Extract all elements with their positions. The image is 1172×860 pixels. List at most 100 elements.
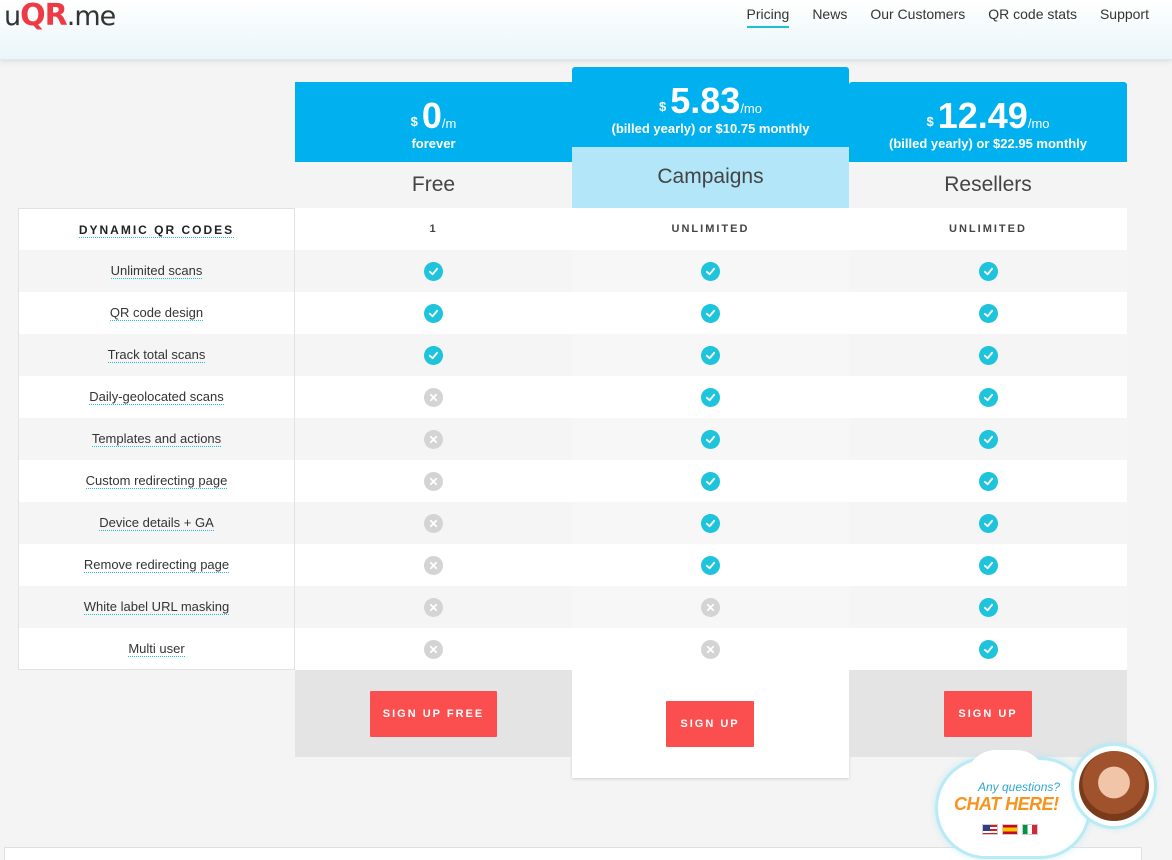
nav-our-customers[interactable]: Our Customers bbox=[870, 6, 965, 28]
check-icon bbox=[978, 387, 998, 407]
feature-name[interactable]: White label URL masking bbox=[83, 599, 230, 615]
check-icon bbox=[701, 261, 720, 281]
us-flag-icon[interactable] bbox=[982, 824, 998, 835]
feature-cell-free bbox=[295, 250, 572, 292]
feature-cell-free bbox=[295, 460, 572, 502]
price-box-resellers: $12.49/mo (billed yearly) or $22.95 mont… bbox=[849, 82, 1127, 162]
chat-question: Any questions? bbox=[978, 780, 1061, 794]
qr-count-resellers: UNLIMITED bbox=[949, 223, 1027, 235]
price-free: $0/m bbox=[295, 98, 572, 134]
price-resellers: $12.49/mo bbox=[849, 98, 1127, 134]
table-row: White label URL masking bbox=[18, 586, 1127, 628]
chat-here-label[interactable]: CHAT HERE! bbox=[954, 794, 1059, 815]
check-icon bbox=[978, 639, 998, 659]
feature-cell-free bbox=[295, 292, 572, 334]
feature-name[interactable]: QR code design bbox=[109, 305, 204, 321]
feature-name[interactable]: Remove redirecting page bbox=[83, 557, 230, 573]
price-sub: forever bbox=[411, 136, 456, 151]
x-icon bbox=[424, 555, 443, 575]
table-row: Track total scans bbox=[18, 334, 1127, 376]
x-icon bbox=[424, 471, 443, 491]
nav-news[interactable]: News bbox=[812, 6, 847, 28]
es-flag-icon[interactable] bbox=[1002, 824, 1018, 835]
table-row: QR code design bbox=[18, 292, 1127, 334]
check-icon bbox=[978, 261, 998, 281]
qr-count-free: 1 bbox=[429, 223, 438, 235]
x-icon bbox=[701, 639, 720, 659]
price-campaigns: $5.83/mo bbox=[572, 83, 849, 119]
price-amount: 5.83 bbox=[670, 80, 741, 121]
price-sub: (billed yearly) or $10.75 monthly bbox=[611, 121, 810, 136]
feature-cell-resellers bbox=[849, 460, 1127, 502]
x-icon bbox=[424, 513, 443, 533]
table-cell: UNLIMITED bbox=[849, 208, 1127, 250]
price-period: /m bbox=[441, 116, 457, 131]
logo-u: u bbox=[4, 1, 21, 32]
dynamic-qr-codes-label[interactable]: DYNAMIC QR CODES bbox=[78, 223, 235, 238]
feature-label: Daily-geolocated scans bbox=[18, 376, 295, 418]
feature-name[interactable]: Templates and actions bbox=[91, 431, 222, 447]
feature-label: White label URL masking bbox=[18, 586, 295, 628]
feature-name[interactable]: Unlimited scans bbox=[110, 263, 203, 279]
feature-label: DYNAMIC QR CODES bbox=[18, 208, 295, 250]
table-row: Unlimited scans bbox=[18, 250, 1127, 292]
logo[interactable]: uQR.me bbox=[4, 0, 116, 33]
feature-label: Templates and actions bbox=[18, 418, 295, 460]
feature-name[interactable]: Track total scans bbox=[107, 347, 206, 363]
x-icon bbox=[701, 597, 720, 617]
feature-cell-campaigns bbox=[572, 628, 849, 670]
feature-name[interactable]: Device details + GA bbox=[99, 515, 214, 531]
feature-cell-free bbox=[295, 628, 572, 670]
currency: $ bbox=[926, 114, 934, 129]
table-header-row: DYNAMIC QR CODES 1 UNLIMITED UNLIMITED bbox=[18, 208, 1127, 250]
check-icon bbox=[701, 513, 720, 533]
table-cell: UNLIMITED bbox=[572, 208, 849, 250]
price-amount: 0 bbox=[421, 95, 442, 136]
check-icon bbox=[978, 555, 998, 575]
check-icon bbox=[701, 303, 720, 323]
check-icon bbox=[424, 345, 443, 365]
table-row: Templates and actions bbox=[18, 418, 1127, 460]
price-sub: (billed yearly) or $22.95 monthly bbox=[889, 136, 1087, 151]
feature-cell-resellers bbox=[849, 418, 1127, 460]
sign-up-resellers-button[interactable]: SIGN UP bbox=[944, 691, 1032, 737]
feature-cell-free bbox=[295, 376, 572, 418]
feature-name[interactable]: Custom redirecting page bbox=[85, 473, 228, 489]
site-header: uQR.me Pricing News Our Customers QR cod… bbox=[0, 0, 1172, 60]
nav-support[interactable]: Support bbox=[1100, 6, 1149, 28]
feature-table: DYNAMIC QR CODES 1 UNLIMITED UNLIMITED U… bbox=[18, 208, 1127, 670]
feature-cell-resellers bbox=[849, 250, 1127, 292]
check-icon bbox=[701, 555, 720, 575]
nav-qr-code-stats[interactable]: QR code stats bbox=[988, 6, 1077, 28]
feature-name[interactable]: Multi user bbox=[128, 641, 185, 657]
feature-cell-campaigns bbox=[572, 292, 849, 334]
table-row: Custom redirecting page bbox=[18, 460, 1127, 502]
sign-up-campaigns-button[interactable]: SIGN UP bbox=[666, 701, 754, 747]
price-period: /mo bbox=[1027, 116, 1050, 131]
feature-label: Custom redirecting page bbox=[18, 460, 295, 502]
check-icon bbox=[978, 513, 998, 533]
feature-cell-free bbox=[295, 586, 572, 628]
logo-qr: QR bbox=[20, 0, 68, 33]
feature-cell-resellers bbox=[849, 334, 1127, 376]
it-flag-icon[interactable] bbox=[1022, 824, 1038, 835]
feature-cell-campaigns bbox=[572, 250, 849, 292]
feature-label: QR code design bbox=[18, 292, 295, 334]
feature-cell-free bbox=[295, 334, 572, 376]
x-icon bbox=[424, 387, 443, 407]
check-icon bbox=[701, 345, 720, 365]
table-row: Remove redirecting page bbox=[18, 544, 1127, 586]
feature-name[interactable]: Daily-geolocated scans bbox=[89, 389, 224, 405]
feature-label: Unlimited scans bbox=[18, 250, 295, 292]
agent-avatar[interactable] bbox=[1074, 746, 1154, 826]
feature-cell-resellers bbox=[849, 292, 1127, 334]
price-period: /mo bbox=[740, 101, 762, 116]
sign-up-free-button[interactable]: SIGN UP FREE bbox=[370, 691, 497, 737]
feature-cell-campaigns bbox=[572, 418, 849, 460]
nav-pricing[interactable]: Pricing bbox=[746, 6, 790, 28]
feature-cell-campaigns bbox=[572, 334, 849, 376]
feature-cell-free bbox=[295, 502, 572, 544]
check-icon bbox=[978, 429, 998, 449]
x-icon bbox=[424, 639, 443, 659]
chat-widget[interactable]: Any questions? CHAT HERE! bbox=[936, 746, 1172, 860]
